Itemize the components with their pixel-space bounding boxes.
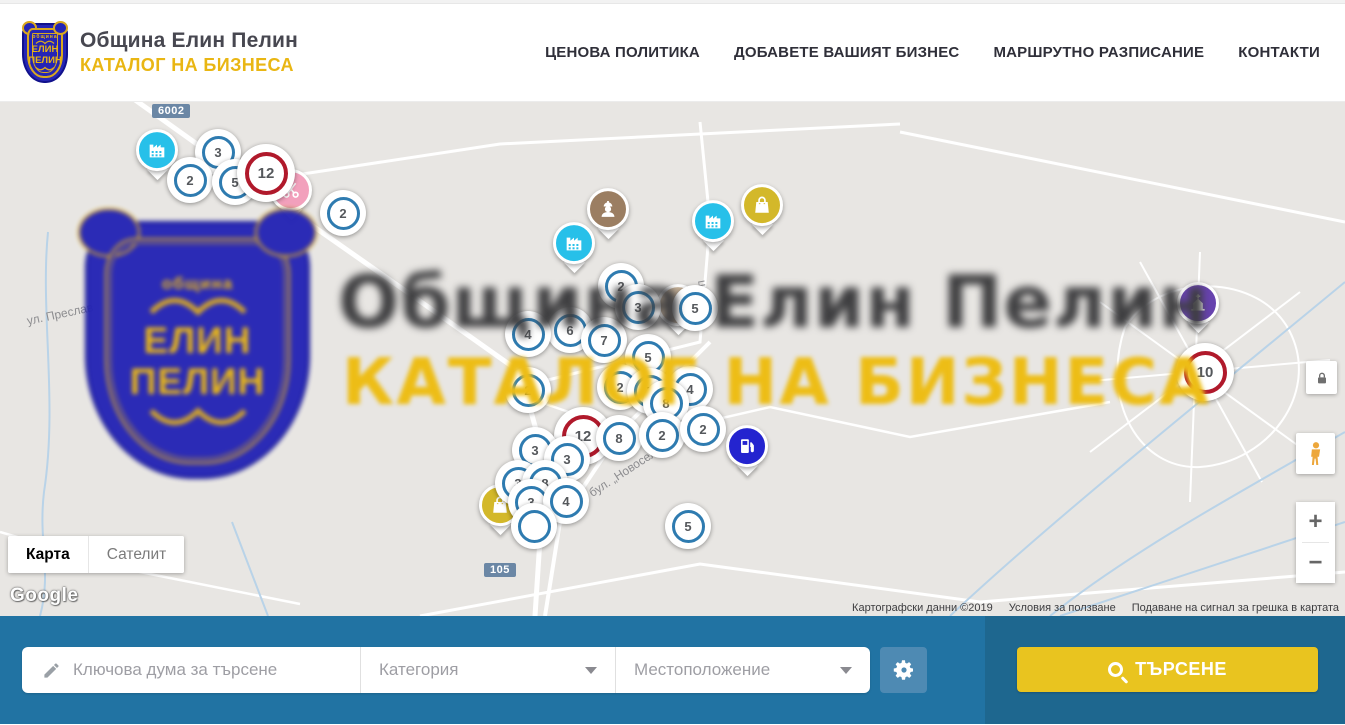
- cluster-count: 3: [214, 145, 221, 160]
- cluster-count: 5: [684, 519, 691, 534]
- zoom-control: + −: [1296, 502, 1335, 583]
- nav-item-schedule[interactable]: МАРШРУТНО РАЗПИСАНИЕ: [993, 44, 1204, 61]
- pencil-icon: [42, 661, 61, 680]
- shopping-bag-pin[interactable]: [739, 184, 785, 232]
- nav-item-contacts[interactable]: КОНТАКТИ: [1238, 44, 1320, 61]
- site-subtitle: КАТАЛОГ НА БИЗНЕСА: [80, 55, 298, 76]
- attribution-copyright: Картографски данни ©2019: [852, 602, 993, 614]
- cluster-count: 2: [186, 173, 193, 188]
- cluster-count: 2: [658, 428, 665, 443]
- cluster-count: 4: [562, 494, 569, 509]
- cluster-count: 3: [563, 452, 570, 467]
- gear-icon: [892, 658, 916, 682]
- crest-name-line2: ПЕЛИН: [28, 56, 62, 67]
- keyword-search-input[interactable]: [73, 660, 360, 680]
- factory-icon: [702, 210, 724, 232]
- watermark-crest: община ЕЛИН ПЕЛИН: [85, 221, 310, 479]
- category-dropdown[interactable]: Категория: [360, 647, 615, 693]
- attribution-terms-link[interactable]: Условия за ползване: [1009, 602, 1116, 614]
- lock-icon: [1314, 369, 1330, 387]
- factory-pin[interactable]: [690, 200, 736, 248]
- main-nav: ЦЕНОВА ПОЛИТИКА ДОБАВЕТЕ ВАШИЯТ БИЗНЕС М…: [545, 4, 1320, 101]
- cluster-marker[interactable]: 2: [320, 190, 366, 236]
- watermark-crest-line1: ЕЛИН: [144, 320, 252, 361]
- cluster-marker[interactable]: 5: [665, 503, 711, 549]
- attribution-report-link[interactable]: Подаване на сигнал за грешка в картата: [1132, 602, 1339, 614]
- cluster-count: 2: [699, 422, 706, 437]
- cluster-count: 3: [531, 443, 538, 458]
- google-logo[interactable]: Google: [10, 585, 78, 607]
- cluster-marker[interactable]: 2: [167, 157, 213, 203]
- watermark-subtitle: КАТАЛОГ НА БИЗНЕСА: [342, 346, 1211, 420]
- map-type-control: Карта Сателит: [8, 536, 184, 573]
- shopping-bag-icon: [751, 194, 773, 216]
- cluster-count: 2: [339, 206, 346, 221]
- lock-button[interactable]: [1306, 361, 1337, 394]
- cluster-marker[interactable]: 12: [237, 144, 295, 202]
- factory-icon: [563, 232, 585, 254]
- search-button[interactable]: ТЪРСЕНЕ: [1017, 647, 1318, 692]
- map-attribution: Картографски данни ©2019 Условия за полз…: [852, 602, 1339, 614]
- watermark-crest-org: община: [162, 274, 233, 294]
- watermark-title: Община Елин Пелин: [338, 260, 1209, 344]
- worker-icon: [597, 198, 619, 220]
- advanced-settings-button[interactable]: [880, 647, 927, 693]
- google-map[interactable]: ул. Преславбул. „Новоселци“ций“ 6002105 …: [0, 102, 1345, 616]
- site-title: Община Елин Пелин: [80, 29, 298, 53]
- pegman-icon: [1305, 440, 1327, 468]
- zoom-out-button[interactable]: −: [1296, 543, 1335, 583]
- search-controls: Категория Местоположение: [22, 647, 870, 693]
- chevron-down-icon: [840, 667, 852, 674]
- fuel-icon: [736, 435, 758, 457]
- site-logo[interactable]: община ЕЛИН ПЕЛИН Община Елин Пелин КАТА…: [22, 23, 298, 83]
- search-button-label: ТЪРСЕНЕ: [1135, 659, 1227, 680]
- chevron-down-icon: [585, 667, 597, 674]
- nav-item-add-business[interactable]: ДОБАВЕТЕ ВАШИЯТ БИЗНЕС: [734, 44, 959, 61]
- zoom-in-button[interactable]: +: [1296, 502, 1335, 542]
- category-dropdown-value: Категория: [379, 660, 458, 680]
- cluster-count: 12: [258, 165, 275, 182]
- cluster-marker[interactable]: [511, 503, 557, 549]
- municipality-crest-icon: община ЕЛИН ПЕЛИН: [22, 23, 68, 83]
- search-bar: Категория Местоположение ТЪРСЕНЕ: [0, 616, 1345, 724]
- nav-item-pricing[interactable]: ЦЕНОВА ПОЛИТИКА: [545, 44, 700, 61]
- factory-icon: [146, 139, 168, 161]
- location-dropdown-value: Местоположение: [634, 660, 770, 680]
- site-header: община ЕЛИН ПЕЛИН Община Елин Пелин КАТА…: [0, 4, 1345, 102]
- map-type-satellite-button[interactable]: Сателит: [88, 536, 184, 573]
- map-type-map-button[interactable]: Карта: [8, 536, 88, 573]
- fuel-pin[interactable]: [724, 425, 770, 473]
- keyword-section: [22, 647, 360, 693]
- cluster-count: 8: [615, 431, 622, 446]
- search-icon: [1108, 662, 1123, 677]
- location-dropdown[interactable]: Местоположение: [615, 647, 870, 693]
- cluster-marker[interactable]: 8: [596, 415, 642, 461]
- watermark-crest-line2: ПЕЛИН: [130, 361, 266, 402]
- pegman-button[interactable]: [1296, 433, 1335, 474]
